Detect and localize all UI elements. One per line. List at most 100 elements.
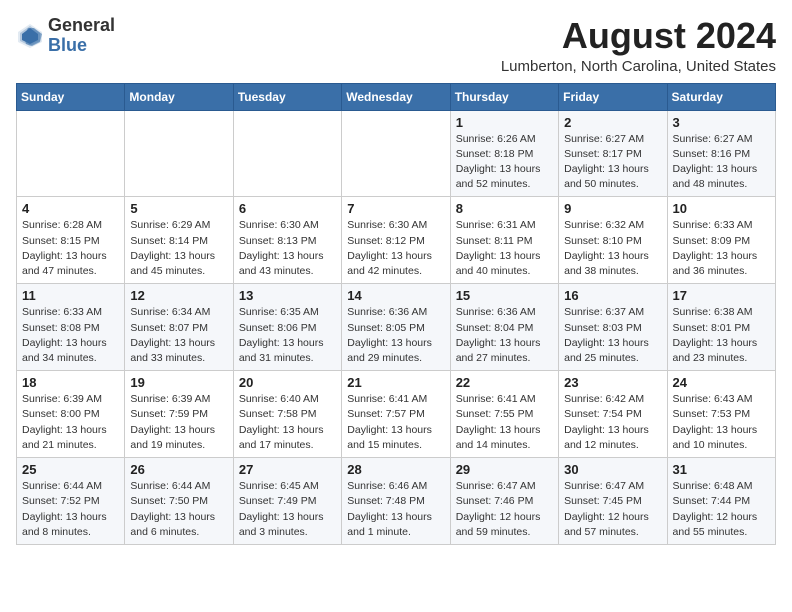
calendar-cell: 10 Sunrise: 6:33 AM Sunset: 8:09 PM Dayli… xyxy=(667,197,775,284)
day-number: 31 xyxy=(673,462,770,477)
logo-general: General xyxy=(48,15,115,35)
calendar-cell xyxy=(342,110,450,197)
calendar-cell: 7Sunrise: 6:30 AM Sunset: 8:12 PM Daylig… xyxy=(342,197,450,284)
calendar-cell: 30 Sunrise: 6:47 AM Sunset: 7:45 PM Dayli… xyxy=(559,458,667,545)
calendar-cell: 29Sunrise: 6:47 AM Sunset: 7:46 PM Dayli… xyxy=(450,458,558,545)
calendar-cell: 28 Sunrise: 6:46 AM Sunset: 7:48 PM Dayli… xyxy=(342,458,450,545)
calendar-cell: 13 Sunrise: 6:35 AM Sunset: 8:06 PM Dayli… xyxy=(233,284,341,371)
day-info: Sunrise: 6:31 AM Sunset: 8:11 PM Dayligh… xyxy=(456,218,553,279)
day-info: Sunrise: 6:30 AM Sunset: 8:12 PM Dayligh… xyxy=(347,218,444,279)
day-info: Sunrise: 6:45 AM Sunset: 7:49 PM Dayligh… xyxy=(239,479,336,540)
day-of-week-header: Friday xyxy=(559,83,667,110)
calendar-cell: 25 Sunrise: 6:44 AM Sunset: 7:52 PM Dayli… xyxy=(17,458,125,545)
day-info: Sunrise: 6:36 AM Sunset: 8:05 PM Dayligh… xyxy=(347,305,444,366)
location-subtitle: Lumberton, North Carolina, United States xyxy=(501,58,776,75)
calendar-cell: 22 Sunrise: 6:41 AM Sunset: 7:55 PM Dayli… xyxy=(450,371,558,458)
calendar-cell xyxy=(125,110,233,197)
calendar-cell: 21 Sunrise: 6:41 AM Sunset: 7:57 PM Dayli… xyxy=(342,371,450,458)
day-info: Sunrise: 6:43 AM Sunset: 7:53 PM Dayligh… xyxy=(673,392,770,453)
day-number: 17 xyxy=(673,288,770,303)
day-of-week-header: Monday xyxy=(125,83,233,110)
calendar-cell: 24 Sunrise: 6:43 AM Sunset: 7:53 PM Dayli… xyxy=(667,371,775,458)
calendar-cell: 1 Sunrise: 6:26 AM Sunset: 8:18 PM Daylig… xyxy=(450,110,558,197)
calendar-cell: 26Sunrise: 6:44 AM Sunset: 7:50 PM Dayli… xyxy=(125,458,233,545)
day-info: Sunrise: 6:27 AM Sunset: 8:17 PM Dayligh… xyxy=(564,132,661,193)
day-number: 5 xyxy=(130,201,227,216)
day-info: Sunrise: 6:29 AM Sunset: 8:14 PM Dayligh… xyxy=(130,218,227,279)
day-number: 2 xyxy=(564,115,661,130)
page-header: General Blue August 2024 Lumberton, Nort… xyxy=(16,16,776,75)
calendar-cell: 17Sunrise: 6:38 AM Sunset: 8:01 PM Dayli… xyxy=(667,284,775,371)
calendar-cell: 12 Sunrise: 6:34 AM Sunset: 8:07 PM Dayli… xyxy=(125,284,233,371)
calendar-cell xyxy=(17,110,125,197)
calendar-cell: 3Sunrise: 6:27 AM Sunset: 8:16 PM Daylig… xyxy=(667,110,775,197)
day-number: 28 xyxy=(347,462,444,477)
calendar-cell: 18 Sunrise: 6:39 AM Sunset: 8:00 PM Dayli… xyxy=(17,371,125,458)
day-info: Sunrise: 6:33 AM Sunset: 8:09 PM Dayligh… xyxy=(673,218,770,279)
logo-blue: Blue xyxy=(48,35,87,55)
calendar-cell: 8 Sunrise: 6:31 AM Sunset: 8:11 PM Daylig… xyxy=(450,197,558,284)
calendar-header-row: SundayMondayTuesdayWednesdayThursdayFrid… xyxy=(17,83,776,110)
day-info: Sunrise: 6:47 AM Sunset: 7:45 PM Dayligh… xyxy=(564,479,661,540)
day-info: Sunrise: 6:41 AM Sunset: 7:55 PM Dayligh… xyxy=(456,392,553,453)
day-number: 21 xyxy=(347,375,444,390)
day-info: Sunrise: 6:39 AM Sunset: 8:00 PM Dayligh… xyxy=(22,392,119,453)
calendar-cell: 31 Sunrise: 6:48 AM Sunset: 7:44 PM Dayli… xyxy=(667,458,775,545)
calendar-week-row: 11 Sunrise: 6:33 AM Sunset: 8:08 PM Dayli… xyxy=(17,284,776,371)
calendar-cell: 23Sunrise: 6:42 AM Sunset: 7:54 PM Dayli… xyxy=(559,371,667,458)
day-info: Sunrise: 6:46 AM Sunset: 7:48 PM Dayligh… xyxy=(347,479,444,540)
day-number: 10 xyxy=(673,201,770,216)
day-number: 25 xyxy=(22,462,119,477)
calendar-cell: 11 Sunrise: 6:33 AM Sunset: 8:08 PM Dayli… xyxy=(17,284,125,371)
calendar-cell: 15 Sunrise: 6:36 AM Sunset: 8:04 PM Dayli… xyxy=(450,284,558,371)
day-number: 13 xyxy=(239,288,336,303)
logo-icon xyxy=(16,22,44,50)
day-info: Sunrise: 6:42 AM Sunset: 7:54 PM Dayligh… xyxy=(564,392,661,453)
day-number: 20 xyxy=(239,375,336,390)
day-info: Sunrise: 6:26 AM Sunset: 8:18 PM Dayligh… xyxy=(456,132,553,193)
logo: General Blue xyxy=(16,16,115,56)
day-info: Sunrise: 6:37 AM Sunset: 8:03 PM Dayligh… xyxy=(564,305,661,366)
day-info: Sunrise: 6:44 AM Sunset: 7:52 PM Dayligh… xyxy=(22,479,119,540)
day-info: Sunrise: 6:34 AM Sunset: 8:07 PM Dayligh… xyxy=(130,305,227,366)
day-info: Sunrise: 6:30 AM Sunset: 8:13 PM Dayligh… xyxy=(239,218,336,279)
day-number: 1 xyxy=(456,115,553,130)
day-number: 9 xyxy=(564,201,661,216)
day-number: 12 xyxy=(130,288,227,303)
day-number: 22 xyxy=(456,375,553,390)
day-of-week-header: Saturday xyxy=(667,83,775,110)
calendar-cell: 16 Sunrise: 6:37 AM Sunset: 8:03 PM Dayli… xyxy=(559,284,667,371)
day-info: Sunrise: 6:35 AM Sunset: 8:06 PM Dayligh… xyxy=(239,305,336,366)
day-info: Sunrise: 6:36 AM Sunset: 8:04 PM Dayligh… xyxy=(456,305,553,366)
calendar-cell: 9Sunrise: 6:32 AM Sunset: 8:10 PM Daylig… xyxy=(559,197,667,284)
calendar-week-row: 4Sunrise: 6:28 AM Sunset: 8:15 PM Daylig… xyxy=(17,197,776,284)
day-number: 18 xyxy=(22,375,119,390)
day-number: 24 xyxy=(673,375,770,390)
day-info: Sunrise: 6:41 AM Sunset: 7:57 PM Dayligh… xyxy=(347,392,444,453)
day-number: 14 xyxy=(347,288,444,303)
calendar-cell: 2 Sunrise: 6:27 AM Sunset: 8:17 PM Daylig… xyxy=(559,110,667,197)
day-number: 15 xyxy=(456,288,553,303)
calendar-cell: 5 Sunrise: 6:29 AM Sunset: 8:14 PM Daylig… xyxy=(125,197,233,284)
day-number: 19 xyxy=(130,375,227,390)
day-number: 3 xyxy=(673,115,770,130)
day-info: Sunrise: 6:33 AM Sunset: 8:08 PM Dayligh… xyxy=(22,305,119,366)
day-of-week-header: Tuesday xyxy=(233,83,341,110)
day-number: 26 xyxy=(130,462,227,477)
day-number: 16 xyxy=(564,288,661,303)
logo-text: General Blue xyxy=(48,16,115,56)
day-number: 11 xyxy=(22,288,119,303)
day-of-week-header: Sunday xyxy=(17,83,125,110)
day-of-week-header: Thursday xyxy=(450,83,558,110)
calendar-table: SundayMondayTuesdayWednesdayThursdayFrid… xyxy=(16,83,776,545)
day-info: Sunrise: 6:40 AM Sunset: 7:58 PM Dayligh… xyxy=(239,392,336,453)
day-number: 8 xyxy=(456,201,553,216)
day-info: Sunrise: 6:39 AM Sunset: 7:59 PM Dayligh… xyxy=(130,392,227,453)
calendar-week-row: 1 Sunrise: 6:26 AM Sunset: 8:18 PM Daylig… xyxy=(17,110,776,197)
calendar-week-row: 18 Sunrise: 6:39 AM Sunset: 8:00 PM Dayli… xyxy=(17,371,776,458)
day-number: 6 xyxy=(239,201,336,216)
day-number: 27 xyxy=(239,462,336,477)
day-number: 30 xyxy=(564,462,661,477)
day-info: Sunrise: 6:48 AM Sunset: 7:44 PM Dayligh… xyxy=(673,479,770,540)
day-info: Sunrise: 6:28 AM Sunset: 8:15 PM Dayligh… xyxy=(22,218,119,279)
